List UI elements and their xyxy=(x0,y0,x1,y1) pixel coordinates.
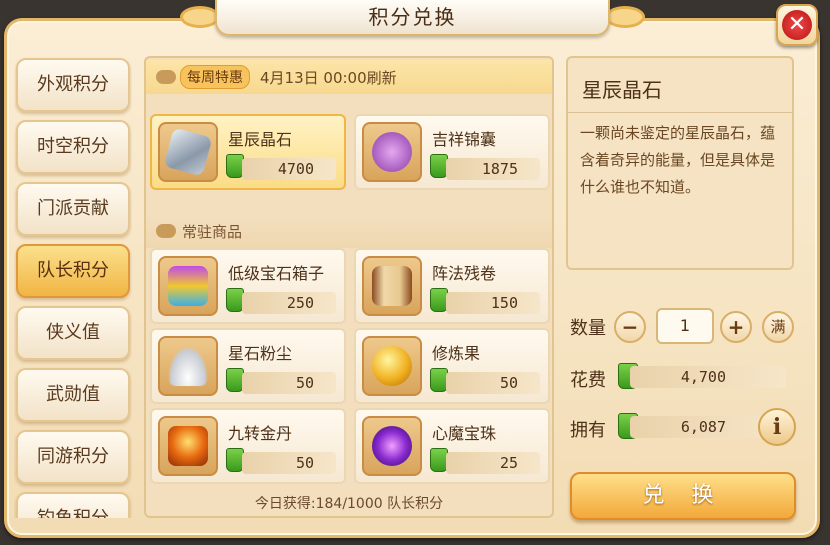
item-name: 心魔宝珠 xyxy=(432,424,497,443)
cloud-icon xyxy=(156,70,176,84)
max-button[interactable]: 满 xyxy=(762,311,794,343)
plus-icon: + xyxy=(727,315,745,339)
gem-box-icon xyxy=(158,256,218,316)
scroll-icon xyxy=(362,256,422,316)
item-price: 250 xyxy=(242,292,336,314)
shop-item[interactable]: 九转金丹 50 xyxy=(150,408,346,484)
quantity-input[interactable]: 1 xyxy=(656,308,714,344)
elixir-icon xyxy=(158,416,218,476)
pouch-icon xyxy=(362,122,422,182)
cost-label: 花费 xyxy=(570,370,606,391)
detail-name: 星辰晶石 xyxy=(582,78,662,102)
game-window: 积分兑换 ✕ 外观积分 时空积分 门派贡献 队长积分 侠义值 武勋值 同游积分 … xyxy=(0,0,830,545)
item-price: 1875 xyxy=(446,158,540,180)
title-ornament-right xyxy=(605,6,645,28)
minus-icon: − xyxy=(621,315,639,339)
plus-button[interactable]: + xyxy=(720,311,752,343)
item-name: 星石粉尘 xyxy=(228,344,293,363)
crystal-icon xyxy=(158,122,218,182)
tab-merit[interactable]: 武勋值 xyxy=(16,368,130,422)
close-icon: ✕ xyxy=(782,10,812,40)
shop-item[interactable]: 阵法残卷 150 xyxy=(354,248,550,324)
close-button[interactable]: ✕ xyxy=(776,4,818,46)
shop-item[interactable]: 心魔宝珠 25 xyxy=(354,408,550,484)
fruit-icon xyxy=(362,336,422,396)
divider xyxy=(568,112,792,113)
item-name: 吉祥锦囊 xyxy=(432,130,497,149)
tab-captain-points[interactable]: 队长积分 xyxy=(16,244,130,298)
item-price: 50 xyxy=(242,372,336,394)
shop-item[interactable]: 星石粉尘 50 xyxy=(150,328,346,404)
item-detail: 星辰晶石 一颗尚未鉴定的星辰晶石，蕴含着奇异的能量，但是具体是什么谁也不知道。 xyxy=(566,56,794,270)
shop-item[interactable]: 修炼果 50 xyxy=(354,328,550,404)
tab-chivalry[interactable]: 侠义值 xyxy=(16,306,130,360)
dust-icon xyxy=(158,336,218,396)
tab-sect-contribution[interactable]: 门派贡献 xyxy=(16,182,130,236)
category-tabs: 外观积分 时空积分 门派贡献 队长积分 侠义值 武勋值 同游积分 钓鱼积分 xyxy=(14,56,132,518)
item-price: 50 xyxy=(242,452,336,474)
minus-button[interactable]: − xyxy=(614,311,646,343)
exchange-button[interactable]: 兑 换 xyxy=(570,472,796,520)
item-name: 星辰晶石 xyxy=(228,130,293,149)
daily-earned: 今日获得:184/1000 队长积分 xyxy=(254,496,444,512)
orb-icon xyxy=(362,416,422,476)
detail-description: 一颗尚未鉴定的星辰晶石，蕴含着奇异的能量，但是具体是什么谁也不知道。 xyxy=(580,124,776,196)
quantity-label: 数量 xyxy=(570,318,606,339)
refresh-time: 4月13日 00:00刷新 xyxy=(260,68,397,87)
tab-spacetime[interactable]: 时空积分 xyxy=(16,120,130,174)
regular-label: 常驻商品 xyxy=(182,222,243,241)
regular-header: 常驻商品 xyxy=(146,214,552,248)
cost-value: 4,700 xyxy=(630,366,786,388)
tab-companion[interactable]: 同游积分 xyxy=(16,430,130,484)
item-name: 低级宝石箱子 xyxy=(228,264,325,283)
item-price: 4700 xyxy=(242,158,336,180)
cloud-icon xyxy=(156,224,176,238)
info-icon: i xyxy=(772,414,782,440)
item-price: 25 xyxy=(446,452,540,474)
own-label: 拥有 xyxy=(570,420,606,441)
weekly-header: 每周特惠 4月13日 00:00刷新 xyxy=(146,60,552,94)
item-name: 阵法残卷 xyxy=(432,264,497,283)
item-price: 150 xyxy=(446,292,540,314)
item-name: 修炼果 xyxy=(432,344,481,363)
shop-list: 每周特惠 4月13日 00:00刷新 星辰晶石 4700 吉祥锦囊 1875 常… xyxy=(144,56,554,518)
shop-item[interactable]: 吉祥锦囊 1875 xyxy=(354,114,550,190)
weekly-badge: 每周特惠 xyxy=(180,65,250,89)
tab-appearance[interactable]: 外观积分 xyxy=(16,58,130,112)
item-price: 50 xyxy=(446,372,540,394)
tab-fishing[interactable]: 钓鱼积分 xyxy=(16,492,130,518)
info-button[interactable]: i xyxy=(758,408,796,446)
shop-item[interactable]: 星辰晶石 4700 xyxy=(150,114,346,190)
item-name: 九转金丹 xyxy=(228,424,293,443)
title-ornament-left xyxy=(180,6,220,28)
shop-item[interactable]: 低级宝石箱子 250 xyxy=(150,248,346,324)
title-bar: 积分兑换 xyxy=(215,0,610,36)
window-title: 积分兑换 xyxy=(368,5,457,29)
